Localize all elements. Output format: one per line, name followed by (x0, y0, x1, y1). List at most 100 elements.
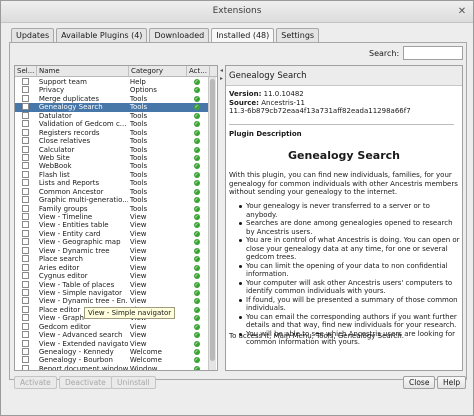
table-row[interactable]: Merge duplicates Tools ✓ (15, 94, 208, 103)
table-row[interactable]: View - Dynamic tree - En... View ✓ (15, 297, 208, 305)
select-checkbox[interactable] (22, 137, 29, 145)
table-row[interactable]: Aries editor View ✓ (15, 263, 208, 272)
select-checkbox[interactable] (22, 221, 29, 229)
select-checkbox[interactable] (22, 94, 29, 102)
column-header-selected[interactable]: Sel... (15, 66, 37, 77)
table-row[interactable]: Graphic multi-generatio... Tools ✓ (15, 196, 208, 204)
tab-updates[interactable]: Updates (11, 28, 55, 42)
table-row[interactable]: Registers records Tools ✓ (15, 128, 208, 137)
plugin-name: Genealogy - Kennedy (38, 348, 114, 356)
uninstall-button[interactable]: Uninstall (111, 376, 156, 389)
active-status-cell: ✓ (185, 247, 208, 255)
select-checkbox[interactable] (22, 288, 29, 296)
table-row[interactable]: View - Simple navigator View ✓ (15, 288, 208, 297)
select-checkbox[interactable] (22, 78, 29, 85)
active-status-cell: ✓ (185, 314, 208, 322)
table-row[interactable]: View - Dynamic tree View ✓ (15, 246, 208, 255)
active-status-cell: ✓ (185, 95, 208, 103)
select-checkbox[interactable] (22, 331, 29, 339)
collapse-left-icon[interactable]: ◂ (220, 67, 223, 74)
select-checkbox[interactable] (22, 145, 29, 153)
select-checkbox[interactable] (22, 213, 29, 220)
select-checkbox[interactable] (22, 255, 29, 263)
select-checkbox[interactable] (22, 238, 29, 246)
active-status-cell: ✓ (185, 213, 208, 221)
active-status-cell: ✓ (185, 348, 208, 356)
active-status-cell: ✓ (185, 289, 208, 297)
active-status-cell: ✓ (185, 255, 208, 263)
table-row[interactable]: Support team Help ✓ (15, 78, 208, 86)
tab-settings[interactable]: Settings (276, 28, 320, 42)
table-row[interactable]: Common Ancestor Tools ✓ (15, 187, 208, 196)
table-scrollbar[interactable] (208, 77, 216, 370)
table-row[interactable]: Report document window Window ✓ (15, 364, 208, 370)
table-row[interactable]: View - Extended navigator View ✓ (15, 339, 208, 348)
select-checkbox[interactable] (22, 305, 29, 313)
table-row[interactable]: View - Entities table View ✓ (15, 221, 208, 229)
search-input[interactable] (403, 46, 463, 60)
table-row[interactable]: Gedcom editor View ✓ (15, 322, 208, 331)
table-row[interactable]: Flash list Tools ✓ (15, 170, 208, 179)
select-checkbox[interactable] (22, 162, 29, 170)
column-header-name[interactable]: Name (37, 66, 129, 77)
table-row[interactable]: Close relatives Tools ✓ (15, 137, 208, 145)
table-row[interactable]: Web Site Tools ✓ (15, 153, 208, 162)
feature-item: Searches are done among genealogies open… (239, 219, 461, 236)
select-checkbox[interactable] (22, 204, 29, 212)
table-row[interactable]: View - Timeline View ✓ (15, 213, 208, 221)
select-checkbox[interactable] (22, 339, 29, 347)
select-checkbox[interactable] (22, 322, 29, 330)
column-header-category[interactable]: Category (129, 66, 187, 77)
select-checkbox[interactable] (22, 120, 29, 128)
select-checkbox[interactable] (22, 179, 29, 187)
table-row[interactable]: View - Advanced search View ✓ (15, 331, 208, 339)
deactivate-button[interactable]: Deactivate (59, 376, 112, 389)
table-row[interactable]: Cygnus editor View ✓ (15, 272, 208, 280)
select-checkbox[interactable] (22, 263, 29, 271)
active-status-cell: ✓ (185, 112, 208, 120)
table-row[interactable]: View - Geographic map View ✓ (15, 238, 208, 246)
select-checkbox[interactable] (22, 314, 29, 322)
select-checkbox[interactable] (22, 280, 29, 288)
scrollbar-thumb[interactable] (210, 79, 215, 361)
expand-right-icon[interactable]: ▸ (220, 75, 223, 82)
tab-available-plugins[interactable]: Available Plugins (4) (56, 28, 148, 42)
table-row[interactable]: View - Table of places View ✓ (15, 280, 208, 289)
select-checkbox[interactable] (22, 103, 29, 111)
table-row[interactable]: Validation of Gedcom c... Tools ✓ (15, 120, 208, 128)
table-row[interactable]: Genealogy Search Tools ✓ (15, 103, 208, 112)
select-checkbox[interactable] (22, 272, 29, 280)
select-checkbox[interactable] (22, 348, 29, 355)
select-checkbox[interactable] (22, 111, 29, 119)
active-check-icon: ✓ (193, 188, 200, 195)
active-status-cell: ✓ (185, 238, 208, 246)
table-row[interactable]: Genealogy - Kennedy Welcome ✓ (15, 348, 208, 356)
select-checkbox[interactable] (22, 86, 29, 94)
table-row[interactable]: Family groups Tools ✓ (15, 204, 208, 213)
table-row[interactable]: Place search View ✓ (15, 255, 208, 263)
window-close-icon[interactable]: ✕ (455, 5, 469, 19)
select-checkbox[interactable] (22, 187, 29, 195)
table-row[interactable]: Genealogy - Bourbon Welcome ✓ (15, 356, 208, 364)
select-checkbox[interactable] (22, 128, 29, 136)
table-row[interactable]: Lists and Reports Tools ✓ (15, 179, 208, 187)
table-row[interactable]: Datulator Tools ✓ (15, 111, 208, 120)
select-checkbox[interactable] (22, 297, 29, 305)
table-row[interactable]: View - Entity card View ✓ (15, 229, 208, 238)
tab-downloaded[interactable]: Downloaded (149, 28, 210, 42)
select-checkbox[interactable] (22, 356, 29, 364)
activate-button[interactable]: Activate (14, 376, 57, 389)
select-checkbox[interactable] (22, 364, 29, 370)
select-checkbox[interactable] (22, 153, 29, 161)
tab-installed[interactable]: Installed (48) (211, 28, 275, 42)
select-checkbox[interactable] (22, 229, 29, 237)
select-checkbox[interactable] (22, 196, 29, 204)
table-row[interactable]: Calculator Tools ✓ (15, 145, 208, 154)
table-row[interactable]: WebBook Tools ✓ (15, 162, 208, 170)
column-header-active[interactable]: Act... (187, 66, 210, 77)
close-button[interactable]: Close (403, 376, 436, 389)
select-checkbox[interactable] (22, 170, 29, 178)
help-button[interactable]: Help (437, 376, 467, 389)
table-row[interactable]: Privacy Options ✓ (15, 86, 208, 94)
select-checkbox[interactable] (22, 246, 29, 254)
